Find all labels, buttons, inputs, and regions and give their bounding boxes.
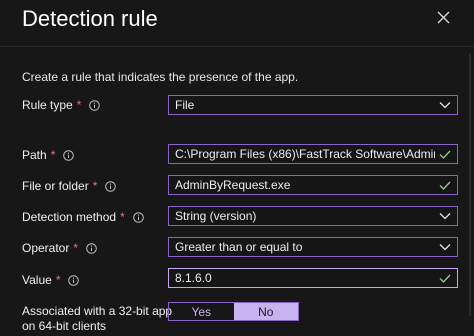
panel-title: Detection rule — [22, 6, 158, 31]
rule-type-label: Rule type * — [22, 97, 101, 113]
detection-method-select[interactable]: String (version) — [168, 206, 458, 226]
rule-type-label-text: Rule type — [22, 98, 73, 112]
info-icon[interactable] — [89, 99, 101, 111]
required-marker: * — [76, 98, 82, 112]
value-input[interactable]: 8.1.6.0 — [168, 268, 458, 288]
file-or-folder-input[interactable]: AdminByRequest.exe — [168, 175, 458, 195]
associated-label-line2: on 64-bit clients — [22, 319, 107, 333]
close-icon[interactable] — [437, 11, 450, 24]
operator-select[interactable]: Greater than or equal to — [168, 237, 458, 257]
header-divider — [0, 46, 474, 47]
associated-32bit-label: Associated with a 32-bit app on 64-bit c… — [22, 304, 172, 334]
required-marker: * — [55, 273, 61, 287]
info-icon[interactable] — [63, 149, 75, 161]
associated-32bit-toggle[interactable]: Yes No — [168, 302, 299, 321]
detection-method-value: String (version) — [175, 209, 257, 223]
required-marker: * — [50, 148, 56, 162]
value-value: 8.1.6.0 — [175, 271, 212, 285]
chevron-down-icon — [439, 213, 451, 220]
path-input[interactable]: C:\Program Files (x86)\FastTrack Softwar… — [168, 144, 458, 164]
required-marker: * — [73, 241, 79, 255]
path-label-text: Path — [22, 148, 47, 162]
file-or-folder-label-text: File or folder — [22, 179, 89, 193]
value-label: Value * — [22, 272, 80, 288]
chevron-down-icon — [439, 244, 451, 251]
checkmark-icon — [439, 150, 451, 159]
operator-label: Operator * — [22, 240, 97, 256]
checkmark-icon — [439, 274, 451, 283]
required-marker: * — [92, 179, 98, 193]
toggle-yes-option[interactable]: Yes — [169, 303, 234, 320]
info-icon[interactable] — [86, 242, 97, 254]
associated-label-line1: Associated with a 32-bit app — [22, 304, 173, 318]
info-icon[interactable] — [105, 180, 117, 192]
rule-type-select[interactable]: File — [168, 95, 458, 115]
file-or-folder-label: File or folder * — [22, 178, 117, 194]
value-label-text: Value — [22, 273, 52, 287]
path-label: Path * — [22, 147, 75, 163]
rule-type-value: File — [175, 98, 195, 112]
panel-description: Create a rule that indicates the presenc… — [22, 70, 299, 84]
toggle-no-option[interactable]: No — [233, 303, 298, 320]
info-icon[interactable] — [132, 211, 144, 223]
operator-label-text: Operator — [22, 241, 70, 255]
operator-value: Greater than or equal to — [175, 240, 303, 254]
path-value: C:\Program Files (x86)\FastTrack Softwar… — [175, 147, 435, 161]
chevron-down-icon — [439, 102, 451, 109]
scrollbar[interactable] — [469, 54, 471, 316]
required-marker: * — [120, 210, 125, 224]
detection-method-label-text: Detection method — [22, 210, 117, 224]
checkmark-icon — [439, 181, 451, 190]
info-icon[interactable] — [68, 274, 80, 286]
detection-method-label: Detection method * — [22, 209, 144, 225]
file-or-folder-value: AdminByRequest.exe — [175, 178, 291, 192]
